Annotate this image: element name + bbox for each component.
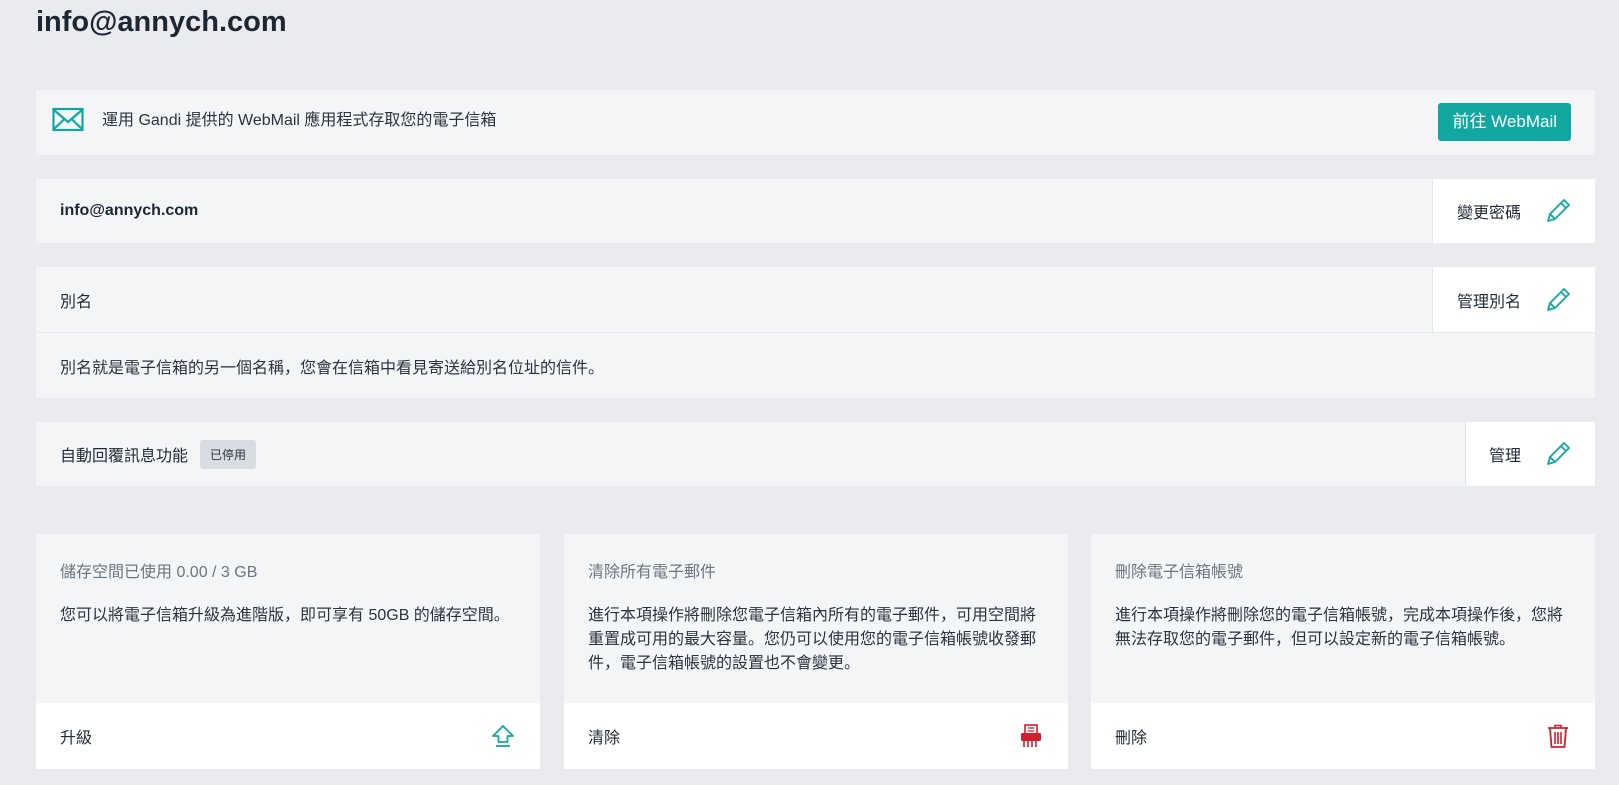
manage-alias-button[interactable]: 管理別名 xyxy=(1432,267,1595,332)
manage-autoreply-button[interactable]: 管理 xyxy=(1465,422,1595,486)
alias-label: 別名 xyxy=(60,293,93,311)
account-email: info@annych.com xyxy=(60,202,199,219)
purge-card: 清除所有電子郵件 進行本項操作將刪除您電子信箱內所有的電子郵件，可用空間將重置成… xyxy=(564,534,1068,769)
autoreply-label-group: 自動回覆訊息功能 已停用 xyxy=(36,422,1465,486)
storage-title: 儲存空間已使用 0.00 / 3 GB xyxy=(60,564,258,581)
change-password-label: 變更密碼 xyxy=(1456,205,1521,222)
go-to-webmail-button[interactable]: 前往 WebMail xyxy=(1438,103,1571,141)
purge-button[interactable]: 清除 xyxy=(564,703,1068,769)
pencil-icon xyxy=(1547,287,1570,311)
page-title: info@annych.com xyxy=(36,6,287,38)
change-password-button[interactable]: 變更密碼 xyxy=(1432,179,1595,243)
storage-description: 您可以將電子信箱升級為進階版，即可享有 50GB 的儲存空間。 xyxy=(60,607,510,624)
upgrade-label: 升級 xyxy=(60,730,93,747)
manage-alias-label: 管理別名 xyxy=(1456,293,1521,311)
autoreply-label: 自動回覆訊息功能 xyxy=(60,448,189,465)
shredder-icon xyxy=(1021,724,1041,747)
delete-description: 進行本項操作將刪除您的電子信箱帳號，完成本項操作後，您將無法存取您的電子郵件，但… xyxy=(1115,607,1564,648)
delete-label: 刪除 xyxy=(1115,730,1148,747)
alias-description: 別名就是電子信箱的另一個名稱，您會在信箱中看見寄送給別名位址的信件。 xyxy=(60,360,605,377)
webmail-description: 運用 Gandi 提供的 WebMail 應用程式存取您的電子信箱 xyxy=(102,112,497,129)
delete-button[interactable]: 刪除 xyxy=(1091,703,1595,769)
purge-description: 進行本項操作將刪除您電子信箱內所有的電子郵件，可用空間將重置成可用的最大容量。您… xyxy=(588,607,1037,672)
envelope-icon xyxy=(52,107,84,132)
autoreply-row: 自動回覆訊息功能 已停用 管理 xyxy=(36,422,1595,486)
alias-panel: 別名 管理別名 別名就是電子信箱的另一個名稱，您會在信箱中看見寄送給別名位址的信… xyxy=(36,267,1595,398)
pencil-icon xyxy=(1547,199,1570,222)
status-badge: 已停用 xyxy=(200,439,257,469)
webmail-banner: 運用 Gandi 提供的 WebMail 應用程式存取您的電子信箱 前往 Web… xyxy=(36,90,1595,155)
account-row: info@annych.com 變更密碼 xyxy=(36,179,1595,243)
delete-card: 刪除電子信箱帳號 進行本項操作將刪除您的電子信箱帳號，完成本項操作後，您將無法存… xyxy=(1091,534,1595,769)
pencil-icon xyxy=(1547,442,1570,465)
trash-icon xyxy=(1548,724,1568,748)
upgrade-button[interactable]: 升級 xyxy=(36,703,540,769)
upgrade-arrow-icon xyxy=(492,725,514,747)
manage-autoreply-label: 管理 xyxy=(1488,448,1521,465)
purge-label: 清除 xyxy=(588,730,621,747)
delete-title: 刪除電子信箱帳號 xyxy=(1115,564,1244,581)
storage-card: 儲存空間已使用 0.00 / 3 GB 您可以將電子信箱升級為進階版，即可享有 … xyxy=(36,534,540,769)
purge-title: 清除所有電子郵件 xyxy=(588,564,717,581)
